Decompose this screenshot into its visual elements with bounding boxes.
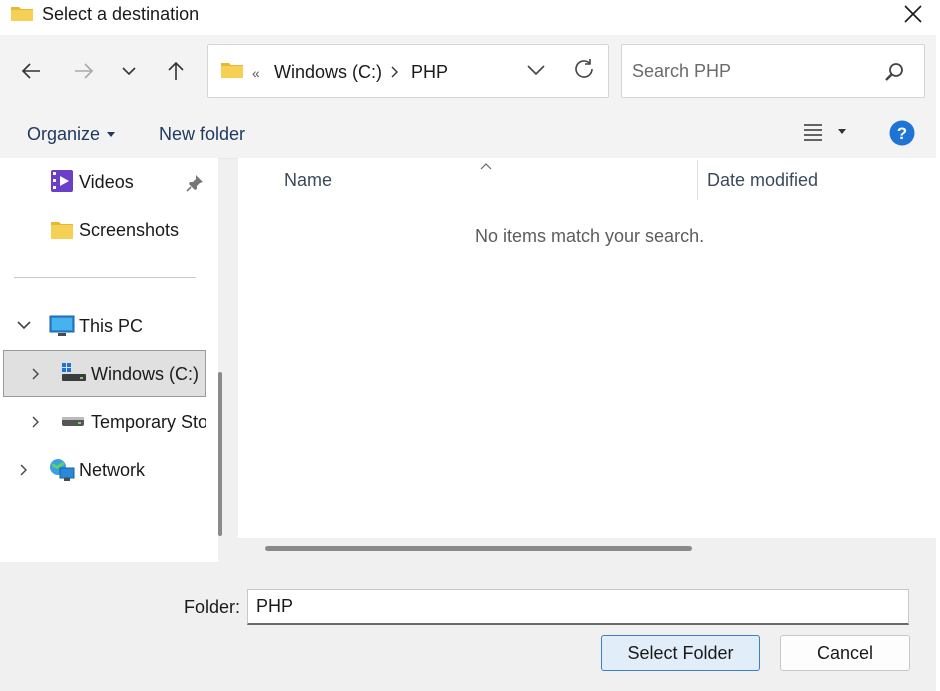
chevron-right-icon[interactable] bbox=[31, 415, 41, 434]
breadcrumb-overflow[interactable]: « bbox=[252, 65, 260, 81]
refresh-button[interactable] bbox=[572, 57, 596, 86]
column-divider[interactable] bbox=[697, 160, 698, 200]
drive-icon bbox=[61, 414, 85, 433]
recent-locations-button[interactable] bbox=[112, 54, 146, 88]
chevron-right-icon[interactable] bbox=[19, 463, 29, 482]
folder-icon bbox=[220, 61, 244, 84]
organize-label: Organize bbox=[27, 124, 101, 144]
folder-icon bbox=[10, 4, 34, 22]
address-history-button[interactable] bbox=[526, 63, 546, 81]
sidebar-item-screenshots[interactable]: Screenshots bbox=[79, 220, 179, 241]
caret-down-icon bbox=[838, 129, 846, 134]
svg-text:?: ? bbox=[897, 124, 907, 143]
window-edge bbox=[936, 0, 940, 691]
file-list bbox=[238, 158, 936, 538]
refresh-icon bbox=[575, 59, 593, 78]
breadcrumb-php[interactable]: PHP bbox=[411, 62, 448, 83]
command-bar bbox=[0, 108, 940, 159]
arrow-up-icon bbox=[168, 61, 184, 80]
windows-drive-icon bbox=[61, 362, 87, 389]
close-button[interactable] bbox=[890, 0, 936, 28]
folder-icon bbox=[50, 220, 74, 245]
sidebar-item-temporary-storage[interactable]: Temporary Sto bbox=[91, 412, 206, 433]
chevron-right-icon[interactable] bbox=[31, 367, 41, 386]
folder-label: Folder: bbox=[184, 597, 241, 617]
select-folder-button[interactable]: Select Folder bbox=[601, 635, 760, 671]
up-button[interactable] bbox=[159, 54, 193, 88]
new-folder-button[interactable]: New folder bbox=[159, 124, 245, 145]
pin-icon[interactable] bbox=[186, 174, 204, 197]
this-pc-icon bbox=[49, 315, 75, 342]
network-icon bbox=[49, 458, 75, 487]
sort-ascending-icon bbox=[480, 157, 492, 175]
title-bar: Select a destination bbox=[0, 0, 940, 35]
caret-down-icon bbox=[107, 131, 116, 137]
view-options-button[interactable] bbox=[803, 123, 847, 141]
arrow-right-icon bbox=[75, 63, 94, 79]
list-view-icon bbox=[804, 124, 822, 141]
chevron-down-icon bbox=[527, 65, 545, 76]
window-title: Select a destination bbox=[42, 4, 200, 24]
organize-button[interactable]: Organize bbox=[27, 124, 116, 145]
close-icon bbox=[904, 5, 922, 23]
cancel-button[interactable]: Cancel bbox=[780, 635, 910, 671]
sidebar-divider bbox=[14, 277, 196, 278]
column-header-date-modified[interactable]: Date modified bbox=[707, 170, 818, 191]
empty-message: No items match your search. bbox=[475, 226, 705, 246]
arrow-left-icon bbox=[21, 63, 40, 79]
chevron-down-icon bbox=[122, 67, 136, 76]
help-icon: ? bbox=[889, 120, 915, 146]
breadcrumb-separator-icon[interactable] bbox=[390, 65, 400, 84]
help-button[interactable]: ? bbox=[889, 120, 915, 151]
videos-folder-icon bbox=[50, 169, 74, 198]
chevron-down-icon[interactable] bbox=[16, 318, 32, 336]
sidebar-item-this-pc[interactable]: This PC bbox=[79, 316, 143, 337]
back-button[interactable] bbox=[14, 54, 48, 88]
sidebar-item-windows-c[interactable]: Windows (C:) bbox=[91, 364, 199, 385]
forward-button[interactable] bbox=[67, 54, 101, 88]
breadcrumb-windows-c[interactable]: Windows (C:) bbox=[274, 62, 382, 83]
sidebar-item-network[interactable]: Network bbox=[79, 460, 145, 481]
search-icon[interactable] bbox=[884, 61, 906, 88]
horizontal-scrollbar[interactable] bbox=[265, 546, 692, 551]
search-box[interactable] bbox=[621, 44, 925, 98]
sidebar-item-videos[interactable]: Videos bbox=[79, 172, 134, 193]
column-header-name[interactable]: Name bbox=[284, 170, 332, 191]
sidebar-scrollbar[interactable] bbox=[218, 372, 222, 536]
search-input[interactable] bbox=[632, 59, 872, 83]
address-bar[interactable]: « Windows (C:) PHP bbox=[207, 44, 609, 98]
folder-input[interactable] bbox=[247, 589, 909, 625]
